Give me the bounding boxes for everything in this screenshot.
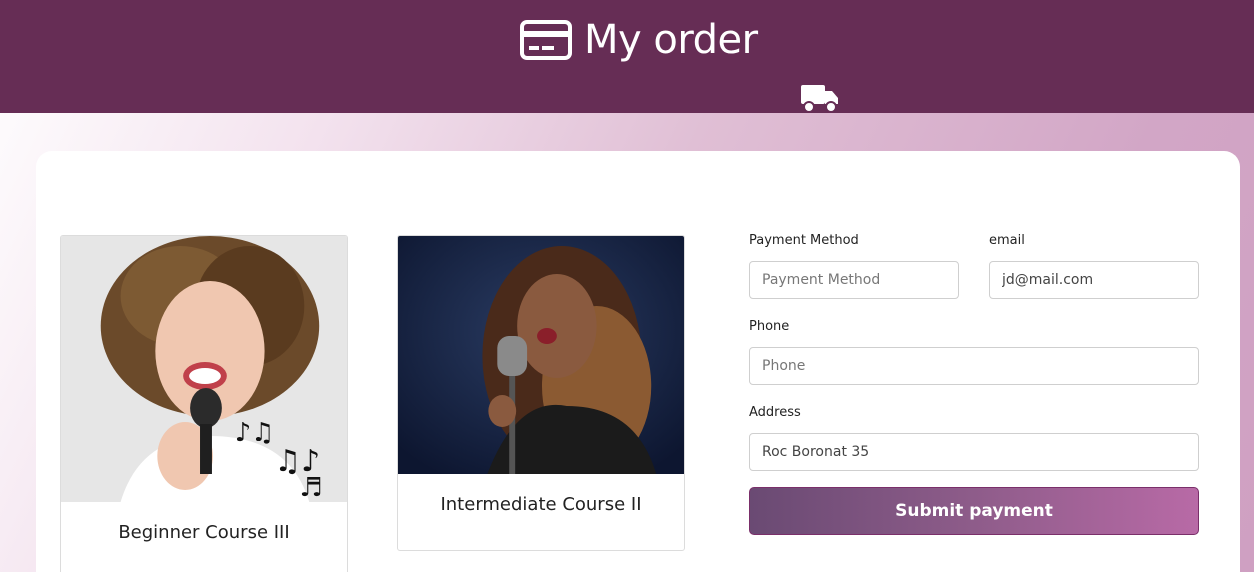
svg-text:♬: ♬ (299, 473, 322, 502)
email-input[interactable] (989, 261, 1199, 299)
course-title: Beginner Course III (118, 522, 290, 543)
address-label: Address (749, 405, 801, 420)
page-title-group: My order (520, 12, 758, 68)
truck-icon (801, 85, 838, 113)
address-input[interactable] (749, 433, 1199, 471)
payment-method-label: Payment Method (749, 233, 859, 248)
course-title: Intermediate Course II (440, 494, 642, 515)
credit-card-icon (520, 20, 572, 60)
phone-label: Phone (749, 319, 790, 334)
submit-payment-button[interactable]: Submit payment (749, 487, 1199, 535)
course-image-intermediate (398, 236, 684, 474)
phone-input[interactable] (749, 347, 1199, 385)
svg-text:♪♫: ♪♫ (235, 418, 275, 448)
course-image-beginner: ♪♫ ♫♪ ♬ (61, 236, 347, 502)
payment-method-input[interactable] (749, 261, 959, 299)
course-card-beginner[interactable]: ♪♫ ♫♪ ♬ Beginner Course III (60, 235, 348, 572)
course-card-intermediate[interactable]: Intermediate Course II (397, 235, 685, 551)
page-title: My order (584, 17, 758, 63)
header-bar: My order (0, 0, 1254, 113)
email-label: email (989, 233, 1025, 248)
